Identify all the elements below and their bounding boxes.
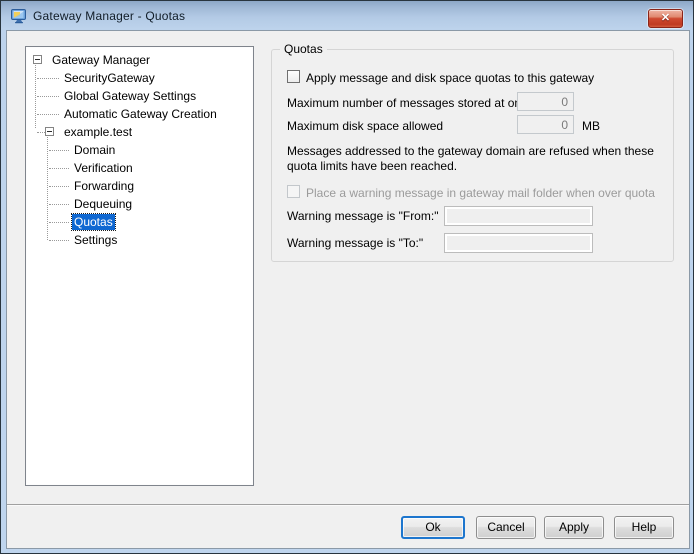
warning-from-input[interactable] bbox=[444, 206, 593, 226]
warning-message-label: Place a warning message in gateway mail … bbox=[306, 186, 655, 200]
max-disk-input[interactable] bbox=[517, 115, 574, 134]
tree-item-label: Forwarding bbox=[72, 178, 136, 194]
tree-item-forwarding[interactable]: Forwarding bbox=[28, 177, 253, 195]
tree-item-label: Automatic Gateway Creation bbox=[62, 106, 219, 122]
dialog-window: Gateway Manager - Quotas ✕ Gateway Manag… bbox=[0, 0, 694, 554]
apply-quotas-label: Apply message and disk space quotas to t… bbox=[306, 71, 594, 85]
tree-item-dequeuing[interactable]: Dequeuing bbox=[28, 195, 253, 213]
tree-item-securitygateway[interactable]: SecurityGateway bbox=[28, 69, 253, 87]
tree-item-domain[interactable]: Domain bbox=[28, 141, 253, 159]
tree-item-label: Dequeuing bbox=[72, 196, 134, 212]
tree-item-gateway-manager[interactable]: Gateway Manager bbox=[28, 51, 253, 69]
minus-expander-icon[interactable] bbox=[33, 55, 42, 64]
warning-to-label: Warning message is "To:" bbox=[287, 236, 423, 250]
window-title: Gateway Manager - Quotas bbox=[33, 9, 185, 23]
computer-monitor-icon bbox=[11, 8, 27, 24]
tree-item-label: SecurityGateway bbox=[62, 70, 157, 86]
groupbox-title: Quotas bbox=[280, 42, 327, 56]
gateway-tree: Gateway Manager SecurityGateway Global Gat… bbox=[25, 46, 254, 486]
warning-to-input[interactable] bbox=[444, 233, 593, 253]
max-messages-input[interactable] bbox=[517, 92, 574, 111]
tree-item-label: Settings bbox=[72, 232, 119, 248]
titlebar[interactable]: Gateway Manager - Quotas ✕ bbox=[1, 1, 693, 30]
minus-expander-icon[interactable] bbox=[45, 127, 54, 136]
apply-button[interactable]: Apply bbox=[544, 516, 604, 539]
warning-message-checkbox[interactable] bbox=[287, 185, 300, 198]
tree-item-automatic-gateway-creation[interactable]: Automatic Gateway Creation bbox=[28, 105, 253, 123]
quota-refusal-note: Messages addressed to the gateway domain… bbox=[287, 144, 687, 174]
tree-item-quotas[interactable]: Quotas bbox=[28, 213, 253, 231]
apply-quotas-checkbox[interactable] bbox=[287, 70, 300, 83]
tree-item-label: Domain bbox=[72, 142, 117, 158]
max-disk-label: Maximum disk space allowed bbox=[287, 119, 443, 133]
tree-item-label: example.test bbox=[62, 124, 134, 140]
tree-item-verification[interactable]: Verification bbox=[28, 159, 253, 177]
tree-item-label: Global Gateway Settings bbox=[62, 88, 198, 104]
help-button[interactable]: Help bbox=[614, 516, 674, 539]
tree-item-label: Verification bbox=[72, 160, 135, 176]
tree-item-global-gateway-settings[interactable]: Global Gateway Settings bbox=[28, 87, 253, 105]
tree-item-label: Gateway Manager bbox=[50, 52, 152, 68]
cancel-button[interactable]: Cancel bbox=[476, 516, 536, 539]
tree-item-example-test[interactable]: example.test bbox=[28, 123, 253, 141]
max-disk-unit-label: MB bbox=[582, 119, 600, 133]
ok-button[interactable]: Ok bbox=[401, 516, 465, 539]
warning-from-label: Warning message is "From:" bbox=[287, 209, 438, 223]
close-button[interactable]: ✕ bbox=[648, 9, 683, 28]
button-bar-separator bbox=[7, 504, 689, 506]
tree-item-label: Quotas bbox=[72, 214, 115, 230]
max-messages-label: Maximum number of messages stored at onc… bbox=[287, 96, 534, 110]
close-icon: ✕ bbox=[649, 10, 682, 27]
tree-item-settings[interactable]: Settings bbox=[28, 231, 253, 249]
